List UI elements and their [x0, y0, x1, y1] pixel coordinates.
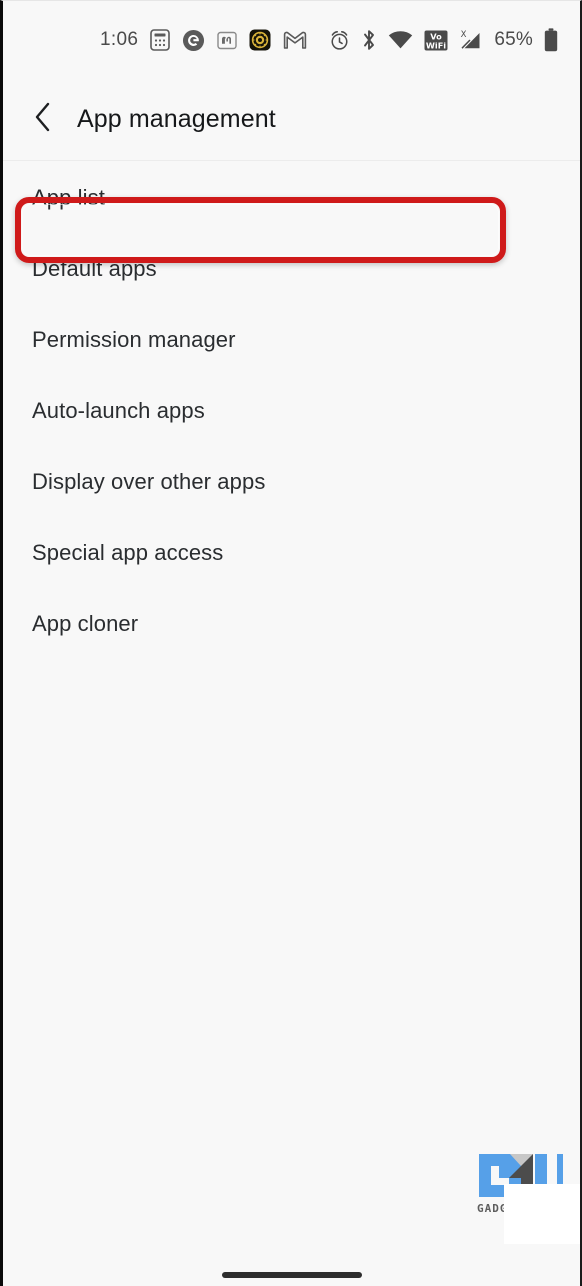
volte-wifi-icon: Vo WiFi [424, 30, 448, 51]
list-item-label: App list [32, 184, 105, 210]
list-item-label: Permission manager [32, 326, 236, 352]
list-item-special-app-access[interactable]: Special app access [3, 517, 580, 588]
list-item-app-list[interactable]: App list [3, 162, 580, 233]
list-item-label: Auto-launch apps [32, 397, 205, 423]
app-badge-icon [249, 29, 271, 51]
svg-text:WiFi: WiFi [426, 40, 446, 50]
mastodon-icon [217, 31, 237, 50]
gmail-icon [283, 31, 307, 50]
list-item-label: Display over other apps [32, 468, 266, 494]
calculator-icon [150, 29, 170, 51]
status-bar-clock: 1:06 [100, 29, 139, 50]
list-item-default-apps[interactable]: Default apps [3, 233, 580, 304]
google-icon [182, 29, 205, 52]
phone-screenshot: 1:06 Vo WiFi X 65% App management App li… [0, 0, 582, 1286]
status-bar-right-group: Vo WiFi X 65% [329, 1, 566, 79]
wifi-icon [388, 30, 413, 50]
bluetooth-icon [361, 29, 377, 51]
list-item-display-over-other-apps[interactable]: Display over other apps [3, 446, 580, 517]
app-bar: App management [3, 79, 580, 161]
list-item-app-cloner[interactable]: App cloner [3, 588, 580, 659]
chevron-left-icon [32, 101, 54, 138]
battery-percent-label: 65% [494, 29, 533, 50]
navigation-area [3, 1244, 580, 1286]
cellular-signal-icon: X [459, 29, 483, 51]
svg-text:X: X [461, 30, 467, 40]
list-item-label: Special app access [32, 539, 224, 565]
status-bar: 1:06 Vo WiFi X 65% [3, 1, 580, 79]
alarm-icon [329, 30, 350, 51]
home-gesture-bar[interactable] [221, 1272, 362, 1278]
list-item-auto-launch-apps[interactable]: Auto-launch apps [3, 375, 580, 446]
battery-icon [544, 28, 558, 52]
back-button[interactable] [20, 97, 66, 143]
list-item-permission-manager[interactable]: Permission manager [3, 304, 580, 375]
list-item-label: Default apps [32, 255, 157, 281]
page-title: App management [77, 105, 276, 133]
list-item-label: App cloner [32, 610, 139, 636]
settings-list: App list Default apps Permission manager… [3, 162, 580, 1286]
status-bar-left-group: 1:06 [100, 1, 307, 79]
